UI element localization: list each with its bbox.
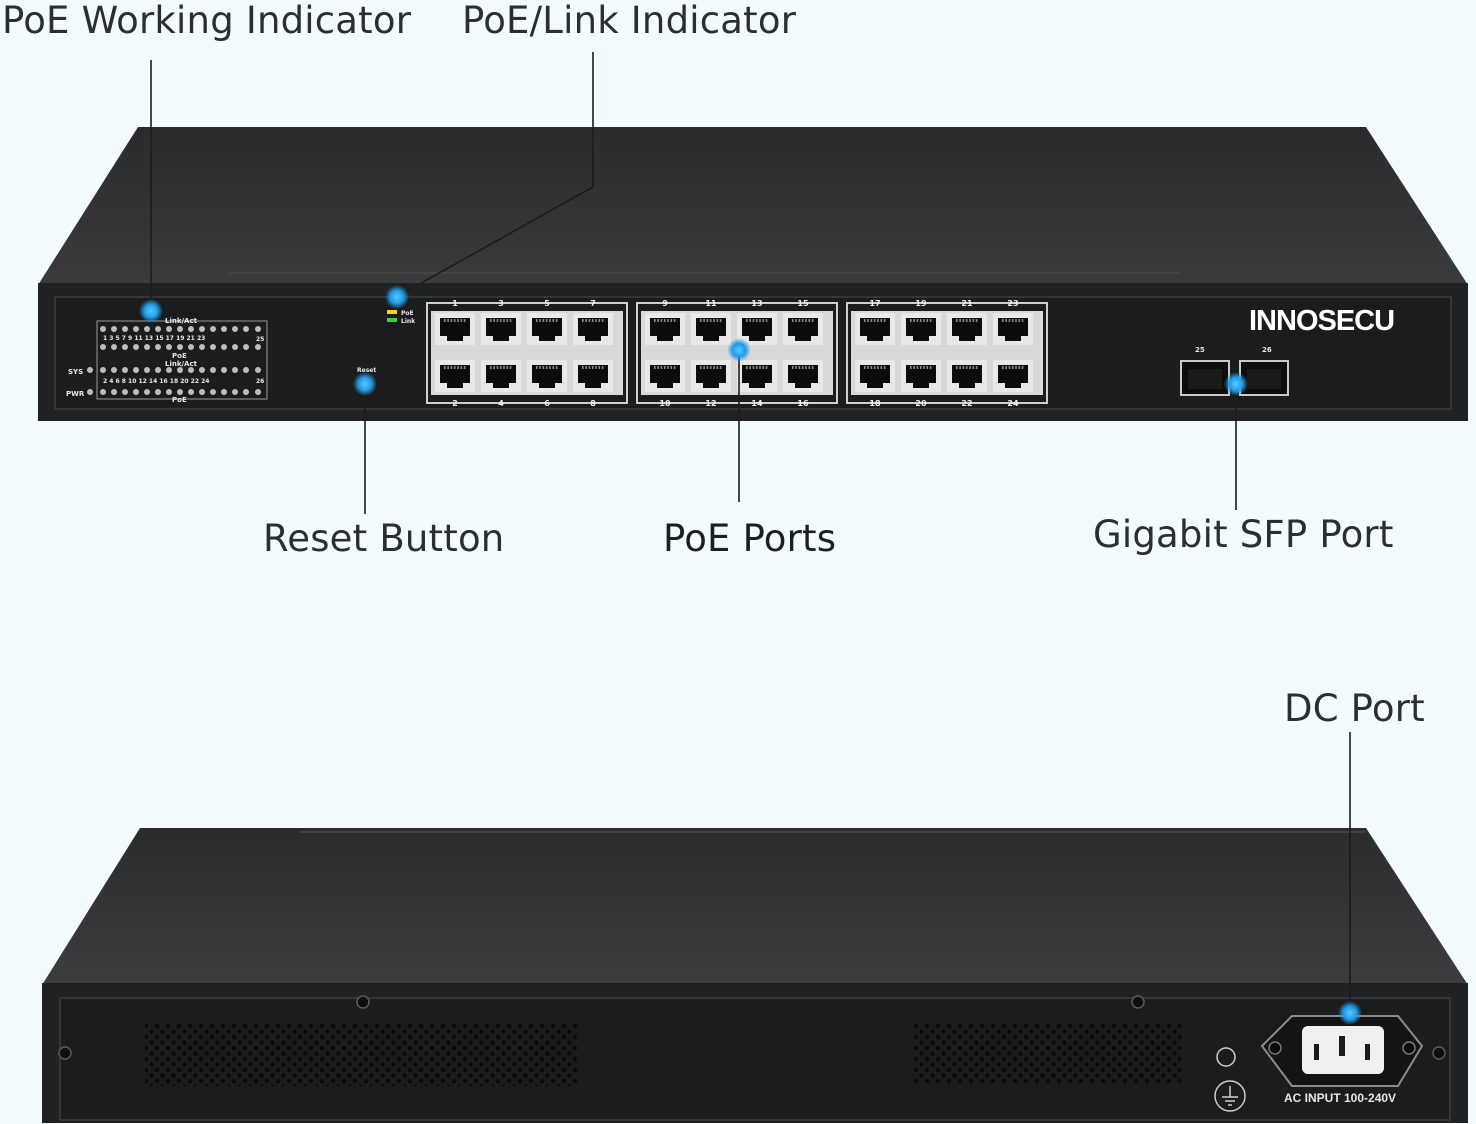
rj45-port-2[interactable] — [435, 360, 475, 392]
port-number-bottom: 14 — [751, 399, 763, 408]
right-vent — [913, 1022, 1181, 1084]
led-port-25-label: 25 — [256, 336, 264, 343]
port-number-bottom: 12 — [705, 399, 716, 408]
screw-icon — [1131, 995, 1145, 1009]
led-poe-label: PoE — [172, 352, 187, 360]
led-top-numbers: 1 3 5 7 9 11 13 15 17 19 21 23 — [103, 335, 205, 342]
rj45-port-15[interactable] — [783, 313, 823, 345]
port-number-bottom: 10 — [659, 399, 671, 408]
rj45-port-3[interactable] — [481, 313, 521, 345]
port-number-bottom: 8 — [590, 399, 596, 408]
rj45-port-8[interactable] — [573, 360, 613, 392]
screw-icon — [1432, 1046, 1446, 1060]
port-number-top: 3 — [498, 299, 504, 308]
left-vent — [145, 1024, 577, 1086]
port-number-top: 19 — [915, 299, 927, 308]
port-number-bottom: 24 — [1007, 399, 1019, 408]
port-number-top: 21 — [961, 299, 973, 308]
rj45-port-19[interactable] — [901, 313, 941, 345]
rj45-port-16[interactable] — [783, 360, 823, 392]
led-link-act-label-2: Link/Act — [165, 360, 198, 368]
rj45-port-7[interactable] — [573, 313, 613, 345]
led-pwr-label: PWR — [66, 390, 85, 398]
port-number-top: 17 — [869, 299, 880, 308]
led-port-26-label: 26 — [256, 378, 264, 385]
port-number-top: 13 — [751, 299, 762, 308]
front-switch: Link/Act 1 3 5 7 9 11 13 15 17 19 21 23 … — [38, 127, 1468, 421]
rj45-port-1[interactable] — [435, 313, 475, 345]
led-poe-label-2: PoE — [172, 396, 187, 404]
brand-logo: INNOSECU — [1249, 305, 1394, 337]
rj45-port-12[interactable] — [691, 360, 731, 392]
rj45-port-4[interactable] — [481, 360, 521, 392]
port-number-top: 11 — [705, 299, 717, 308]
port-number-top: 15 — [797, 299, 809, 308]
rj45-port-6[interactable] — [527, 360, 567, 392]
rj45-port-24[interactable] — [993, 360, 1033, 392]
port-number-bottom: 16 — [797, 399, 809, 408]
back-switch: AC INPUT 100-240V — [42, 828, 1468, 1123]
led-sys-label: SYS — [68, 368, 83, 376]
rj45-port-20[interactable] — [901, 360, 941, 392]
port-number-bottom: 4 — [498, 399, 504, 408]
rj45-port-11[interactable] — [691, 313, 731, 345]
ac-input-label: AC INPUT 100-240V — [1284, 1091, 1396, 1105]
rj45-port-9[interactable] — [645, 313, 685, 345]
legend-link-text: Link — [401, 318, 416, 325]
rj45-port-10[interactable] — [645, 360, 685, 392]
sfp-label-26: 26 — [1262, 346, 1272, 354]
port-number-top: 23 — [1007, 299, 1018, 308]
screw-icon — [356, 995, 370, 1009]
rj45-port-14[interactable] — [737, 360, 777, 392]
legend-poe-text: PoE — [401, 310, 414, 317]
rj45-port-21[interactable] — [947, 313, 987, 345]
port-number-top: 5 — [544, 299, 550, 308]
switch-illustration: Link/Act 1 3 5 7 9 11 13 15 17 19 21 23 … — [38, 52, 1468, 1123]
port-number-bottom: 2 — [452, 399, 458, 408]
port-number-top: 1 — [452, 299, 458, 308]
port-number-bottom: 20 — [915, 399, 927, 408]
port-number-bottom: 18 — [869, 399, 881, 408]
screw-icon — [58, 1046, 72, 1060]
rj45-port-22[interactable] — [947, 360, 987, 392]
rj45-port-23[interactable] — [993, 313, 1033, 345]
rj45-port-17[interactable] — [855, 313, 895, 345]
sfp-label-25: 25 — [1195, 346, 1205, 354]
port-number-bottom: 22 — [961, 399, 972, 408]
port-number-top: 9 — [662, 299, 668, 308]
rj45-port-5[interactable] — [527, 313, 567, 345]
port-number-bottom: 6 — [544, 399, 550, 408]
rj45-port-18[interactable] — [855, 360, 895, 392]
led-link-act-label: Link/Act — [165, 317, 198, 325]
led-bottom-numbers: 2 4 6 8 10 12 14 16 18 20 22 24 — [103, 378, 209, 385]
port-number-top: 7 — [590, 299, 596, 308]
